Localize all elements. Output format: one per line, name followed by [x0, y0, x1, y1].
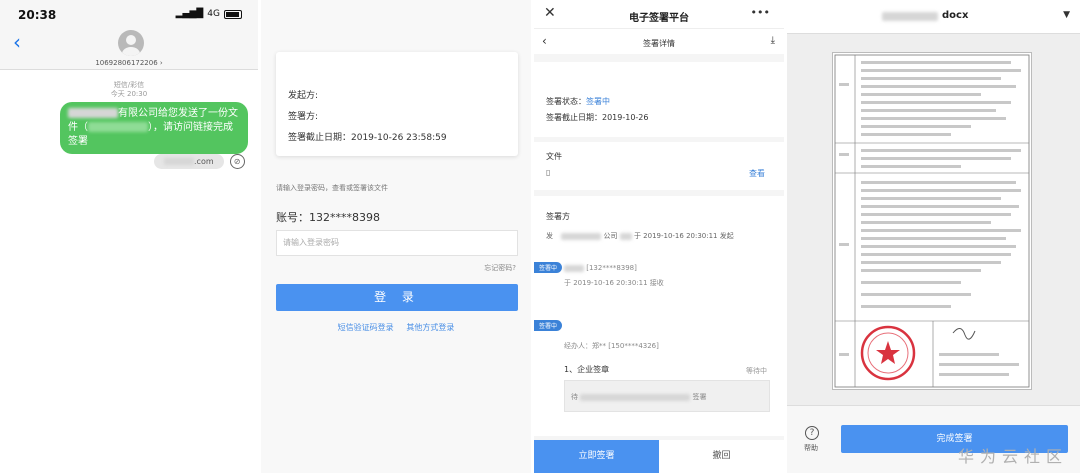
help-icon[interactable]: ?	[805, 426, 819, 440]
status-section: 签署状态：签署中 签署截止日期：2019-10-26	[534, 62, 784, 137]
app-header: ✕ 电子签署平台 •••	[534, 0, 784, 28]
sms-login-link[interactable]: 短信验证码登录	[338, 323, 394, 332]
login-panel: 发起方: 签署方: 签署截止日期：2019-10-26 23:58:59 请输入…	[261, 0, 531, 473]
password-input[interactable]: 请输入登录密码	[276, 230, 518, 256]
account-label: 账号：132****8398	[276, 211, 380, 224]
download-icon[interactable]: ⤓	[771, 35, 775, 46]
document-content	[834, 54, 1030, 388]
message-time: 今天 20:30	[110, 90, 148, 98]
deadline-row: 签署截止日期：2019-10-26	[546, 113, 649, 122]
signer-label: 签署方:	[288, 112, 319, 122]
pending-signature-box: 待 签署	[564, 380, 770, 412]
other-login-link[interactable]: 其他方式登录	[406, 323, 454, 332]
action-bar: 立即签署 撤回	[534, 440, 784, 473]
handler-row: 经办人：郑** [150****4326]	[564, 342, 659, 350]
back-icon[interactable]: ‹	[13, 30, 21, 54]
alt-login-links: 短信验证码登录 其他方式登录	[261, 322, 531, 333]
message-meta: 短信/彩信 今天 20:30	[0, 81, 258, 99]
help-label[interactable]: 帮助	[804, 443, 818, 453]
signal-icon: ▂▄▆█	[175, 9, 204, 19]
redacted-signer2	[580, 393, 691, 401]
detail-subheader: ‹ 签署详情 ⤓	[534, 28, 784, 54]
file-section: 文件 ▯ 查看	[534, 142, 784, 190]
status-tag-1: 签署中	[534, 262, 563, 273]
status-time: 20:38	[18, 8, 57, 22]
document-panel: docx ▼ ? 帮助 完成签署 华为云社区	[787, 0, 1080, 473]
redacted-domain	[164, 158, 194, 165]
initiator-short: 发	[546, 232, 553, 240]
filename: docx	[942, 10, 969, 21]
avatar[interactable]	[118, 30, 144, 56]
app-title: 电子签署平台	[629, 13, 689, 24]
initiated-time: 于 2019-10-16 20:30:11 发起	[633, 232, 734, 240]
login-button[interactable]: 登 录	[276, 284, 518, 311]
watermark: 华为云社区	[957, 447, 1068, 466]
received-time: 于 2019-10-16 20:30:11 接收	[564, 279, 664, 287]
document-page[interactable]	[832, 52, 1032, 390]
sms-header: 20:38 ▂▄▆█ 4G ‹ 10692806172206 ›	[0, 0, 258, 70]
pending-text: 待	[571, 393, 578, 401]
status-value: 签署中	[586, 97, 610, 106]
message-type: 短信/彩信	[113, 81, 145, 89]
file-icon: ▯	[546, 168, 551, 177]
redacted-company	[68, 108, 118, 118]
initiator-row: 发 公司 于 2019-10-16 20:30:11 发起	[546, 231, 734, 241]
forgot-password-link[interactable]: 忘记密码?	[484, 263, 516, 273]
sender-number[interactable]: 10692806172206 ›	[0, 59, 258, 67]
sms-panel: 20:38 ▂▄▆█ 4G ‹ 10692806172206 › 短信/彩信 今…	[0, 0, 258, 473]
compass-icon[interactable]: ⊘	[229, 154, 245, 169]
redacted-initiator	[561, 232, 602, 240]
status-row: 签署状态：签署中	[546, 96, 610, 107]
network-label: 4G	[207, 9, 220, 19]
more-icon[interactable]: •••	[751, 6, 770, 19]
status-label: 签署状态：	[546, 97, 586, 106]
deadline-label: 签署截止日期：2019-10-26 23:58:59	[288, 133, 447, 143]
sms-bubble[interactable]: 有限公司给您发送了一份文件（ ），请访问链接完成签署	[60, 102, 248, 154]
detail-panel: ✕ 电子签署平台 ••• ‹ 签署详情 ⤓ 签署状态：签署中 签署截止日期：20…	[534, 0, 784, 473]
login-hint: 请输入登录密码，查看或签署该文件	[276, 184, 388, 192]
status-indicators: ▂▄▆█ 4G	[176, 9, 242, 19]
status-tag-2: 签署中	[534, 320, 563, 331]
document-header: docx ▼	[787, 0, 1080, 34]
redacted-company	[619, 232, 632, 240]
waiting-label: 等待中	[746, 367, 767, 375]
sign-now-button[interactable]: 立即签署	[534, 440, 659, 473]
file-info-card: 发起方: 签署方: 签署截止日期：2019-10-26 23:58:59	[276, 52, 518, 156]
signer1-phone: [132****8398]	[586, 264, 637, 272]
link-domain: .com	[194, 157, 214, 166]
corp-sign-label: 1、企业签章	[564, 365, 610, 374]
redacted-filename	[88, 122, 148, 132]
pending-suffix: 签署	[692, 393, 707, 401]
company-label: 公司	[603, 232, 620, 240]
signers-label: 签署方	[546, 212, 570, 221]
revoke-button[interactable]: 撤回	[659, 440, 784, 473]
link-row: .com ⊘	[154, 154, 245, 169]
signer1-row: [132****8398]	[564, 264, 637, 272]
file-label: 文件	[546, 152, 562, 161]
dropdown-icon[interactable]: ▼	[1063, 10, 1070, 20]
redacted-filename	[882, 12, 938, 21]
initiator-label: 发起方:	[288, 91, 319, 101]
redacted-signer1	[564, 264, 584, 272]
view-link[interactable]: 查看	[749, 168, 765, 179]
link-bubble[interactable]: .com	[154, 154, 224, 169]
battery-icon	[224, 9, 242, 19]
page-title: 签署详情	[643, 39, 675, 48]
